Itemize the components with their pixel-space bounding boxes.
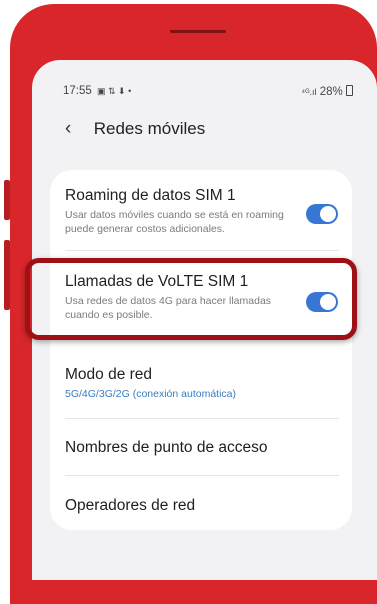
setting-title: Operadores de red — [65, 497, 196, 514]
divider — [65, 418, 339, 419]
status-bar: 17:55 ▣ ⇅ ⬇ • ⁴ᴳ.ıl 28% — [63, 85, 353, 101]
earpiece-speaker — [170, 30, 226, 33]
divider — [65, 475, 339, 476]
status-time: 17:55 — [63, 85, 92, 97]
page-header: ‹ Redes móviles — [65, 118, 205, 142]
bixby-button — [4, 240, 10, 310]
setting-apn[interactable]: Nombres de punto de acceso — [65, 438, 340, 457]
volume-button — [4, 180, 10, 220]
setting-subtitle: Usar datos móviles cuando se está en roa… — [65, 209, 284, 235]
signal-icon: ⁴ᴳ.ıl — [301, 87, 317, 97]
setting-network-mode[interactable]: Modo de red 5G/4G/3G/2G (conexión automá… — [65, 365, 340, 401]
settings-card: Roaming de datos SIM 1 Usar datos móvile… — [50, 170, 352, 530]
battery-icon — [346, 85, 353, 96]
setting-operators[interactable]: Operadores de red — [65, 496, 340, 515]
divider — [65, 250, 339, 251]
setting-subtitle: 5G/4G/3G/2G (conexión automática) — [65, 388, 236, 400]
notification-icons: ▣ ⇅ ⬇ • — [96, 86, 132, 96]
toggle-knob — [320, 206, 336, 222]
page-title: Redes móviles — [93, 119, 206, 138]
roaming-toggle[interactable] — [306, 204, 338, 224]
phone-frame: 17:55 ▣ ⇅ ⬇ • ⁴ᴳ.ıl 28% ‹ Redes móviles … — [0, 0, 377, 604]
battery-percent: 28% — [319, 86, 343, 98]
setting-title: Nombres de punto de acceso — [65, 439, 268, 456]
setting-title: Roaming de datos SIM 1 — [65, 187, 236, 204]
setting-title: Modo de red — [65, 366, 153, 383]
volte-highlight-frame — [25, 258, 357, 340]
back-arrow-icon[interactable]: ‹ — [65, 118, 85, 140]
setting-roaming[interactable]: Roaming de datos SIM 1 Usar datos móvile… — [65, 186, 340, 236]
